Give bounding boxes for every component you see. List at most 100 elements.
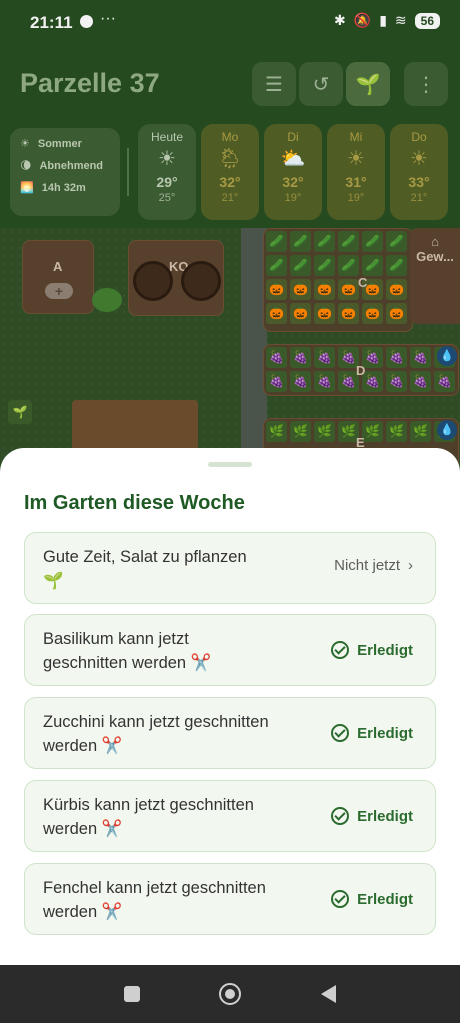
home-button[interactable]	[218, 982, 242, 1006]
cucumber-icon: 🥒	[338, 255, 359, 276]
plant-mode-button[interactable]: 🌱	[346, 62, 390, 106]
done-button[interactable]: Erledigt	[331, 807, 413, 825]
water-drop-icon[interactable]: 💧	[437, 346, 457, 366]
greenhouse[interactable]: ⌂ Gew...	[410, 228, 460, 324]
leek-icon: 🌿	[314, 421, 335, 442]
weather-sunny-icon: ☀	[158, 148, 176, 170]
season-info-card[interactable]: ☀ Sommer 🌘 Abnehmend 🌅 14h 32m	[10, 128, 120, 216]
task-text-line: Gute Zeit, Salat zu pflanzen	[43, 548, 247, 566]
leek-icon: 🌿	[386, 421, 407, 442]
task-item[interactable]: Kürbis kann jetzt geschnitten werden ✂️ …	[24, 780, 436, 852]
pumpkin-icon: 🎃	[338, 279, 359, 300]
leek-icon: 🌿	[266, 421, 287, 442]
forecast-low: 19°	[347, 192, 365, 204]
not-now-button[interactable]: Nicht jetzt ›	[334, 557, 413, 574]
forecast-day-label: Mo	[221, 130, 239, 144]
status-bar: 21:11 ··· ✱ 🔕 ▮ ≋ 56	[0, 0, 460, 48]
cucumber-icon: 🥒	[290, 255, 311, 276]
more-notifications-icon: ···	[100, 10, 116, 27]
beet-icon: 🍇	[266, 371, 287, 392]
pumpkin-icon: 🎃	[314, 279, 335, 300]
forecast-high: 33°	[408, 174, 430, 190]
cucumber-icon: 🥒	[290, 231, 311, 252]
plant-grid: 🥒 🥒 🥒 🥒 🥒 🥒 🥒 🥒 🥒 🥒 🥒 🥒 🎃 🎃 🎃 🎃 🎃 🎃 🎃 🎃 🎃 🎃 🎃 🎃	[266, 231, 407, 324]
done-label: Erledigt	[357, 807, 413, 825]
task-text-line: werden ✂️	[43, 737, 123, 755]
history-button[interactable]: ↺	[299, 62, 343, 106]
beet-icon: 🍇	[314, 347, 335, 368]
weekly-tasks-sheet: Im Garten diese Woche Gute Zeit, Salat z…	[0, 448, 460, 965]
done-button[interactable]: Erledigt	[331, 890, 413, 908]
task-text: Fenchel kann jetzt geschnitten werden ✂️	[43, 876, 266, 924]
beet-icon: 🍇	[290, 371, 311, 392]
back-icon	[320, 985, 336, 1003]
seedling-icon[interactable]: 🌱	[8, 400, 32, 424]
forecast-day-label: Mi	[349, 130, 363, 144]
chevron-right-icon: ›	[408, 557, 413, 574]
weather-sunny-icon: ☀	[410, 148, 428, 170]
status-time: 21:11	[30, 13, 73, 32]
pumpkin-icon: 🎃	[386, 303, 407, 324]
pot-icon	[133, 261, 173, 301]
pumpkin-icon: 🎃	[338, 303, 359, 324]
task-text-line: werden ✂️	[43, 820, 123, 838]
task-item[interactable]: Fenchel kann jetzt geschnitten werden ✂️…	[24, 863, 436, 935]
water-drop-icon[interactable]: 💧	[437, 420, 457, 440]
garden-bed-c[interactable]: 🥒 🥒 🥒 🥒 🥒 🥒 🥒 🥒 🥒 🥒 🥒 🥒 🎃 🎃 🎃 🎃 🎃 🎃 🎃 🎃 🎃 🎃 🎃 🎃 C	[263, 228, 413, 332]
add-plant-button[interactable]: +	[45, 283, 73, 299]
cucumber-icon: 🥒	[338, 231, 359, 252]
weather-rain-icon: 🌦	[217, 148, 243, 170]
done-button[interactable]: Erledigt	[331, 641, 413, 659]
garden-map[interactable]: A + KO 🥒 🥒 🥒 🥒 🥒 🥒 🥒 🥒 🥒 🥒 🥒 🥒 🎃 🎃 🎃 🎃 🎃 🎃 🎃 🎃 🎃 🎃 🎃 🎃 C ⌂ G…	[0, 228, 460, 468]
garden-bed-d[interactable]: 🍇🍇🍇🍇🍇🍇🍇🍇 🍇🍇🍇🍇🍇🍇🍇🍇 D	[263, 344, 459, 396]
forecast-day-do[interactable]: Do ☀ 33° 21°	[390, 124, 448, 220]
cucumber-icon: 🥒	[386, 231, 407, 252]
cucumber-icon: 🥒	[314, 231, 335, 252]
forecast-high: 29°	[156, 174, 178, 190]
system-nav-bar	[0, 965, 460, 1023]
forecast-day-mi[interactable]: Mi ☀ 31° 19°	[327, 124, 385, 220]
pumpkin-icon: 🎃	[266, 279, 287, 300]
done-button[interactable]: Erledigt	[331, 724, 413, 742]
edit-list-icon: ☰	[265, 73, 283, 96]
forecast-low: 19°	[284, 192, 302, 204]
beet-icon: 🍇	[410, 347, 431, 368]
garden-bed-a[interactable]: A +	[22, 240, 94, 314]
recents-button[interactable]	[120, 982, 144, 1006]
back-button[interactable]	[316, 982, 340, 1006]
greenhouse-label: Gew...	[416, 249, 454, 264]
weather-sunny-icon: ☀	[347, 148, 365, 170]
garden-table[interactable]	[72, 400, 198, 450]
forecast-high: 31°	[345, 174, 367, 190]
cucumber-icon: 🥒	[266, 255, 287, 276]
leek-icon: 🌿	[410, 421, 431, 442]
beet-icon: 🍇	[386, 371, 407, 392]
more-vert-icon: ⋮	[416, 73, 436, 96]
forecast-day-today[interactable]: Heute ☀ 29° 25°	[138, 124, 196, 220]
battery-icon: 56	[414, 12, 440, 29]
task-text-line: Zucchini kann jetzt geschnitten	[43, 713, 269, 731]
signal-icon: ▮	[379, 12, 387, 28]
forecast-day-di[interactable]: Di ⛅ 32° 19°	[264, 124, 322, 220]
task-item[interactable]: Gute Zeit, Salat zu pflanzen 🌱 Nicht jet…	[24, 532, 436, 604]
leek-icon: 🌿	[290, 421, 311, 442]
garden-bed-ko[interactable]: KO	[128, 240, 224, 316]
wifi-icon: ≋	[394, 12, 407, 28]
edit-list-button[interactable]: ☰	[252, 62, 296, 106]
forecast-low: 21°	[221, 192, 239, 204]
beet-icon: 🍇	[386, 347, 407, 368]
more-menu-button[interactable]: ⋮	[404, 62, 448, 106]
beet-icon: 🍇	[290, 347, 311, 368]
check-circle-icon	[331, 641, 350, 659]
pumpkin-icon: 🎃	[386, 279, 407, 300]
not-now-label: Nicht jetzt	[334, 557, 400, 574]
done-label: Erledigt	[357, 641, 413, 659]
forecast-day-mo[interactable]: Mo 🌦 32° 21°	[201, 124, 259, 220]
task-item[interactable]: Zucchini kann jetzt geschnitten werden ✂…	[24, 697, 436, 769]
task-text-line: geschnitten werden ✂️	[43, 654, 212, 672]
task-text-line: Basilikum kann jetzt	[43, 630, 189, 648]
sheet-drag-handle[interactable]	[208, 462, 252, 467]
recording-icon	[80, 15, 93, 28]
task-item[interactable]: Basilikum kann jetzt geschnitten werden …	[24, 614, 436, 686]
forecast-day-label: Do	[411, 130, 427, 144]
